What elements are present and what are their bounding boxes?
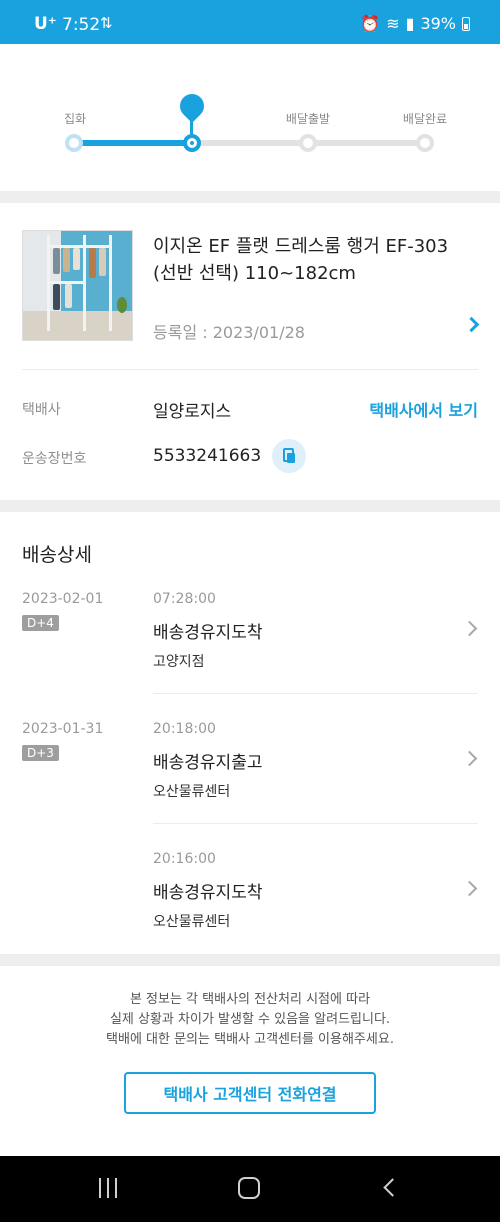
waybill-label: 운송장번호 — [22, 451, 87, 467]
progress-line-completed — [74, 140, 192, 146]
event-location: 고양지점 — [153, 654, 205, 670]
day-count-badge: D+4 — [22, 615, 59, 631]
event-location: 오산물류센터 — [153, 914, 231, 930]
status-icons: ⏰ ≋ ▮ 39% — [360, 14, 470, 33]
day-count-badge: D+3 — [22, 745, 59, 761]
step-label-delivered: 배달완료 — [402, 112, 448, 126]
waybill-number: 5533241663 — [153, 446, 262, 466]
carrier-label: U⁺ — [34, 14, 57, 34]
divider — [153, 823, 478, 824]
event-status[interactable]: 배송경유지출고 — [153, 748, 262, 773]
notice-line: 본 정보는 각 택배사의 전산처리 시점에 따라 — [129, 992, 371, 1007]
divider — [153, 693, 478, 694]
network-icon: ⇅ — [100, 14, 113, 32]
event-location: 오산물류센터 — [153, 784, 231, 800]
battery-icon — [462, 16, 470, 31]
chevron-right-icon[interactable] — [463, 316, 480, 333]
home-icon[interactable] — [238, 1177, 260, 1199]
registration-date: 등록일 : 2023/01/28 — [153, 323, 305, 342]
step-dot-current — [183, 134, 201, 152]
footer-notice: 본 정보는 각 택배사의 전산처리 시점에 따라 실제 상황과 차이가 발생할 … — [0, 966, 500, 1156]
notice-text: 본 정보는 각 택배사의 전산처리 시점에 따라 실제 상황과 차이가 발생할 … — [0, 990, 500, 1050]
step-label-pickup: 집화 — [63, 112, 87, 126]
copy-icon — [283, 448, 295, 463]
step-label-out-for-delivery: 배달출발 — [285, 112, 331, 126]
event-date: 2023-02-01 — [22, 591, 104, 607]
step-dot-out-for-delivery — [299, 134, 317, 152]
divider — [22, 369, 478, 370]
step-dot-delivered — [416, 134, 434, 152]
back-icon[interactable] — [383, 1178, 402, 1197]
signal-icon: ▮ — [405, 14, 415, 33]
location-pin-icon — [175, 89, 209, 123]
notice-line: 실제 상황과 차이가 발생할 수 있음을 알려드립니다. — [109, 1012, 391, 1027]
battery-percent: 39% — [420, 14, 456, 33]
event-status[interactable]: 배송경유지도착 — [153, 878, 262, 903]
event-time: 07:28:00 — [153, 591, 216, 607]
view-on-carrier-link[interactable]: 택배사에서 보기 — [369, 397, 478, 421]
delivery-detail-section: 배송상세 2023-02-01 D+4 07:28:00 배송경유지도착 고양지… — [0, 512, 500, 954]
copy-waybill-button[interactable] — [272, 439, 306, 473]
product-thumbnail[interactable] — [22, 230, 133, 341]
section-title: 배송상세 — [22, 544, 92, 566]
carrier-label: 택배사 — [22, 402, 61, 418]
event-status[interactable]: 배송경유지도착 — [153, 618, 262, 643]
clock: 7:52 — [62, 15, 101, 35]
chevron-right-icon[interactable] — [461, 750, 478, 767]
alarm-icon: ⏰ — [360, 14, 381, 33]
event-time: 20:16:00 — [153, 851, 216, 867]
event-date: 2023-01-31 — [22, 721, 104, 737]
delivery-progress-tracker: 집화 배달출발 배달완료 — [0, 44, 500, 191]
chevron-right-icon[interactable] — [461, 620, 478, 637]
section-gap — [0, 191, 500, 203]
call-carrier-button[interactable]: 택배사 고객센터 전화연결 — [124, 1072, 376, 1114]
wifi-icon: ≋ — [386, 14, 400, 33]
chevron-right-icon[interactable] — [461, 880, 478, 897]
navigation-bar — [0, 1156, 500, 1222]
product-card: 이지온 EF 플랫 드레스룸 행거 EF-303 (선반 선택) 110~182… — [0, 203, 500, 500]
product-title[interactable]: 이지온 EF 플랫 드레스룸 행거 EF-303 (선반 선택) 110~182… — [153, 233, 473, 287]
recent-apps-icon[interactable] — [97, 1178, 119, 1198]
step-dot-pickup — [65, 134, 83, 152]
carrier-name: 일양로지스 — [153, 402, 232, 422]
status-bar: U⁺ 7:52 ⇅ ⏰ ≋ ▮ 39% — [0, 0, 500, 44]
section-gap — [0, 954, 500, 966]
event-time: 20:18:00 — [153, 721, 216, 737]
section-gap — [0, 500, 500, 512]
notice-line: 택배에 대한 문의는 택배사 고객센터를 이용해주세요. — [106, 1032, 394, 1047]
